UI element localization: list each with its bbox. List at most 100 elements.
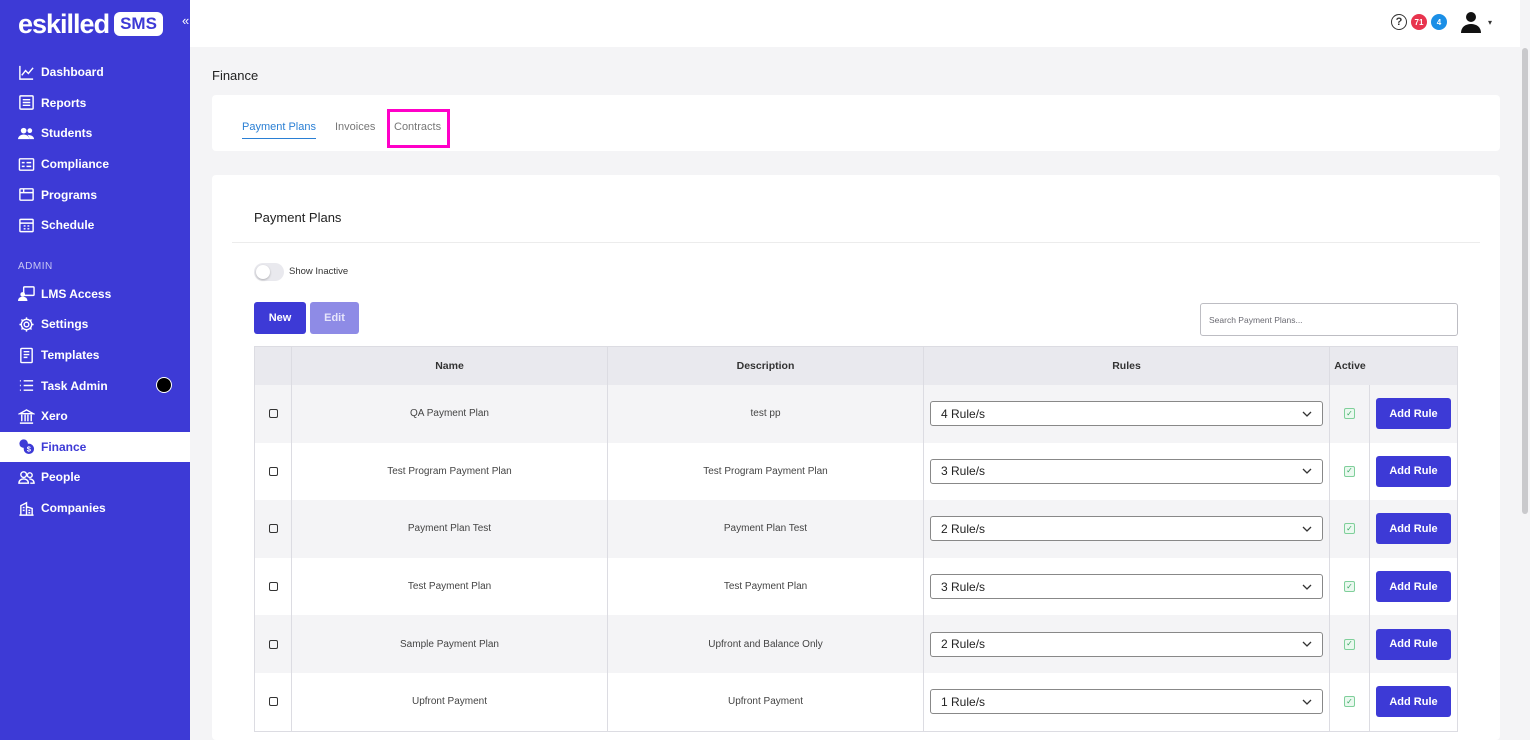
rules-dropdown[interactable]: 2 Rule/s: [930, 631, 1323, 657]
rules-dropdown-value: 2 Rule/s: [941, 521, 986, 536]
show-inactive-toggle[interactable]: [254, 263, 284, 281]
help-icon[interactable]: ?: [1390, 14, 1407, 30]
sidebar-item-templates[interactable]: Templates: [0, 340, 190, 371]
row-checkbox[interactable]: [268, 524, 278, 534]
row-name: Payment Plan Test: [292, 500, 608, 558]
scrollbar-thumb[interactable]: [1522, 48, 1528, 514]
app-logo[interactable]: eskilled SMS: [18, 9, 163, 39]
active-checkbox[interactable]: ✓: [1344, 581, 1355, 593]
sidebar-item-xero[interactable]: Xero: [0, 401, 190, 432]
sidebar-item-students[interactable]: Students: [0, 118, 190, 149]
logo-badge: SMS: [114, 12, 163, 36]
list-icon: [18, 377, 35, 394]
people-icon: [18, 469, 35, 486]
table-row: Test Payment Plan Test Payment Plan 3 Ru…: [255, 557, 1457, 616]
active-checkbox[interactable]: ✓: [1344, 465, 1355, 477]
active-checkbox[interactable]: ✓: [1344, 408, 1355, 420]
notification-badge-blue[interactable]: 4: [1430, 14, 1447, 30]
sidebar-item-programs[interactable]: Programs: [0, 179, 190, 210]
sidebar-item-reports[interactable]: Reports: [0, 88, 190, 119]
edit-button[interactable]: Edit: [310, 302, 359, 334]
user-menu-caret-icon[interactable]: ▾: [1488, 18, 1492, 27]
row-checkbox[interactable]: [268, 697, 278, 707]
row-description: Upfront Payment: [608, 672, 924, 731]
sidebar-item-people[interactable]: People: [0, 462, 190, 493]
sidebar-item-finance[interactable]: $ Finance: [0, 431, 190, 463]
sidebar-item-label: Schedule: [41, 218, 95, 233]
add-rule-button[interactable]: Add Rule: [1376, 455, 1451, 487]
tab-payment-plans[interactable]: Payment Plans: [242, 121, 316, 139]
row-rules-cell: 4 Rule/s: [924, 385, 1330, 443]
tab-invoices[interactable]: Invoices: [335, 121, 375, 138]
rules-dropdown[interactable]: 2 Rule/s: [930, 516, 1323, 542]
header-name[interactable]: Name: [292, 347, 608, 385]
rules-dropdown[interactable]: 3 Rule/s: [930, 458, 1323, 484]
add-rule-button[interactable]: Add Rule: [1376, 686, 1451, 718]
table-row: Test Program Payment Plan Test Program P…: [255, 442, 1457, 501]
row-description: Test Program Payment Plan: [608, 442, 924, 501]
lms-icon: [18, 285, 35, 302]
sidebar-item-label: Task Admin: [41, 378, 108, 393]
sidebar-item-label: People: [41, 470, 81, 485]
template-icon: [18, 347, 35, 364]
table-row: Upfront Payment Upfront Payment 1 Rule/s…: [255, 672, 1457, 731]
row-rules-cell: 3 Rule/s: [924, 442, 1330, 501]
header-rules[interactable]: Rules: [924, 347, 1330, 385]
row-rules-cell: 2 Rule/s: [924, 615, 1330, 673]
row-description: Payment Plan Test: [608, 500, 924, 558]
sidebar-item-dashboard[interactable]: Dashboard: [0, 57, 190, 88]
row-action-cell: Add Rule: [1370, 615, 1457, 673]
add-rule-button[interactable]: Add Rule: [1376, 398, 1451, 430]
rules-dropdown-value: 2 Rule/s: [941, 637, 986, 652]
notification-badge-red[interactable]: 71: [1410, 14, 1427, 30]
row-action-cell: Add Rule: [1370, 673, 1457, 731]
row-description: Test Payment Plan: [608, 557, 924, 616]
active-checkbox[interactable]: ✓: [1344, 523, 1355, 535]
row-select-cell: [255, 557, 292, 616]
rules-dropdown[interactable]: 1 Rule/s: [930, 689, 1323, 715]
rules-dropdown[interactable]: 4 Rule/s: [930, 401, 1323, 427]
search-payment-plans-input[interactable]: [1200, 303, 1458, 336]
sidebar-item-schedule[interactable]: Schedule: [0, 210, 190, 241]
rules-dropdown-value: 3 Rule/s: [941, 579, 986, 594]
new-button[interactable]: New: [254, 302, 306, 334]
chevron-down-icon: [1302, 641, 1312, 648]
row-active-cell: ✓: [1330, 442, 1370, 501]
row-checkbox[interactable]: [268, 582, 278, 592]
row-checkbox[interactable]: [268, 639, 278, 649]
row-select-cell: [255, 615, 292, 673]
row-active-cell: ✓: [1330, 500, 1370, 558]
header-select: [255, 347, 292, 385]
rules-dropdown[interactable]: 3 Rule/s: [930, 574, 1323, 600]
collapse-sidebar-icon[interactable]: «: [182, 13, 189, 28]
sidebar-item-lms-access[interactable]: LMS Access: [0, 279, 190, 310]
add-rule-button[interactable]: Add Rule: [1376, 628, 1451, 660]
header-description[interactable]: Description: [608, 347, 924, 385]
sidebar-item-task-admin[interactable]: Task Admin: [0, 370, 190, 401]
top-bar: ? 71 4 ▾: [190, 0, 1520, 47]
row-action-cell: Add Rule: [1370, 500, 1457, 558]
header-active[interactable]: Active: [1330, 347, 1370, 385]
sidebar-item-label: Reports: [41, 95, 87, 110]
active-checkbox[interactable]: ✓: [1344, 696, 1355, 708]
chevron-down-icon: [1302, 526, 1312, 532]
table-row: Payment Plan Test Payment Plan Test 2 Ru…: [255, 500, 1457, 558]
add-rule-button[interactable]: Add Rule: [1376, 571, 1451, 603]
sidebar-item-compliance[interactable]: Compliance: [0, 149, 190, 180]
row-select-cell: [255, 672, 292, 731]
row-active-cell: ✓: [1330, 672, 1370, 731]
sidebar-item-companies[interactable]: Companies: [0, 493, 190, 524]
row-description: Upfront and Balance Only: [608, 615, 924, 673]
sidebar-item-settings[interactable]: Settings: [0, 309, 190, 340]
building-icon: [18, 500, 35, 517]
page-scrollbar[interactable]: [1520, 0, 1530, 740]
row-name: Upfront Payment: [292, 672, 608, 731]
active-checkbox[interactable]: ✓: [1344, 638, 1355, 650]
sidebar-item-label: Students: [41, 126, 93, 141]
user-avatar-icon[interactable]: [1459, 10, 1483, 34]
row-rules-cell: 2 Rule/s: [924, 500, 1330, 558]
row-checkbox[interactable]: [268, 409, 278, 419]
add-rule-button[interactable]: Add Rule: [1376, 513, 1451, 545]
top-bar-actions: ? 71 4 ▾: [1390, 10, 1492, 34]
row-checkbox[interactable]: [268, 466, 278, 476]
